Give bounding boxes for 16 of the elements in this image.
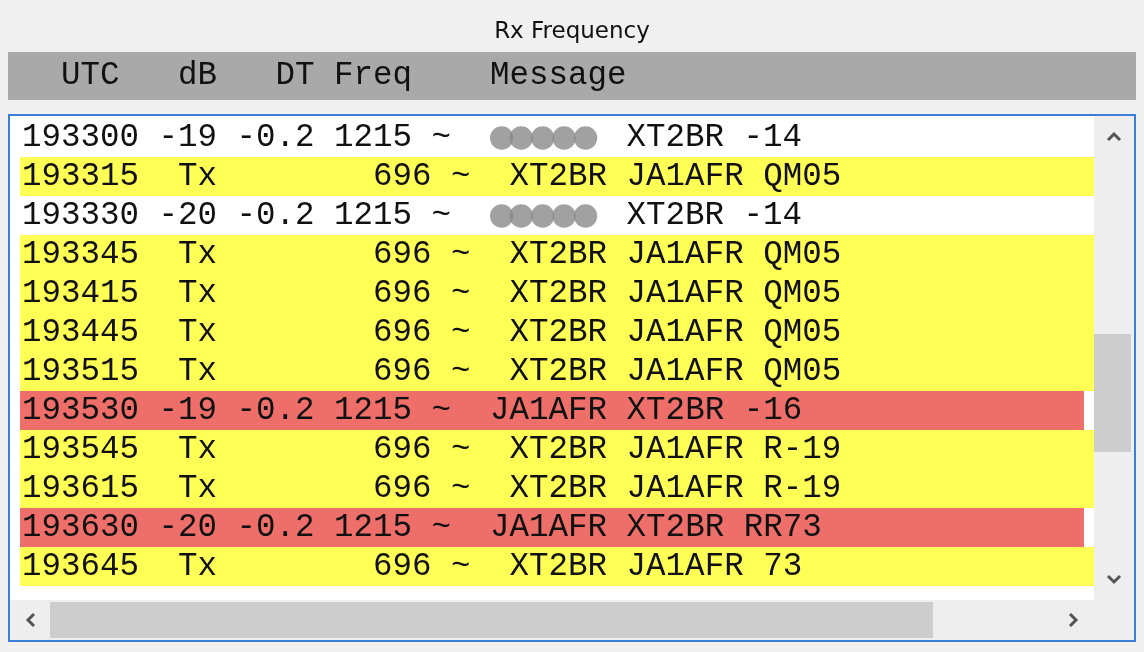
column-header: UTC dB DT Freq Message [8, 52, 1136, 100]
message-row[interactable]: 193345 Tx 696 ~ XT2BR JA1AFR QM05 [20, 235, 1094, 274]
message-row[interactable]: 193415 Tx 696 ~ XT2BR JA1AFR QM05 [20, 274, 1094, 313]
scroll-thumb[interactable] [50, 602, 933, 638]
message-row[interactable]: 193515 Tx 696 ~ XT2BR JA1AFR QM05 [20, 352, 1094, 391]
message-row[interactable]: 193645 Tx 696 ~ XT2BR JA1AFR 73 [20, 547, 1094, 586]
message-row[interactable]: 193615 Tx 696 ~ XT2BR JA1AFR R-19 [20, 469, 1094, 508]
panel-title: Rx Frequency [494, 16, 650, 45]
message-row[interactable]: 193545 Tx 696 ~ XT2BR JA1AFR R-19 [20, 430, 1094, 469]
horizontal-scrollbar[interactable] [10, 600, 1094, 640]
message-row[interactable]: 193630 -20 -0.2 1215 ~ JA1AFR XT2BR RR73 [20, 508, 1084, 547]
message-row[interactable]: 193530 -19 -0.2 1215 ~ JA1AFR XT2BR -16 [20, 391, 1084, 430]
scroll-thumb[interactable] [1094, 334, 1131, 452]
vertical-scrollbar[interactable] [1094, 116, 1134, 600]
message-row[interactable]: 193315 Tx 696 ~ XT2BR JA1AFR QM05 [20, 157, 1094, 196]
message-row[interactable]: 193445 Tx 696 ~ XT2BR JA1AFR QM05 [20, 313, 1094, 352]
